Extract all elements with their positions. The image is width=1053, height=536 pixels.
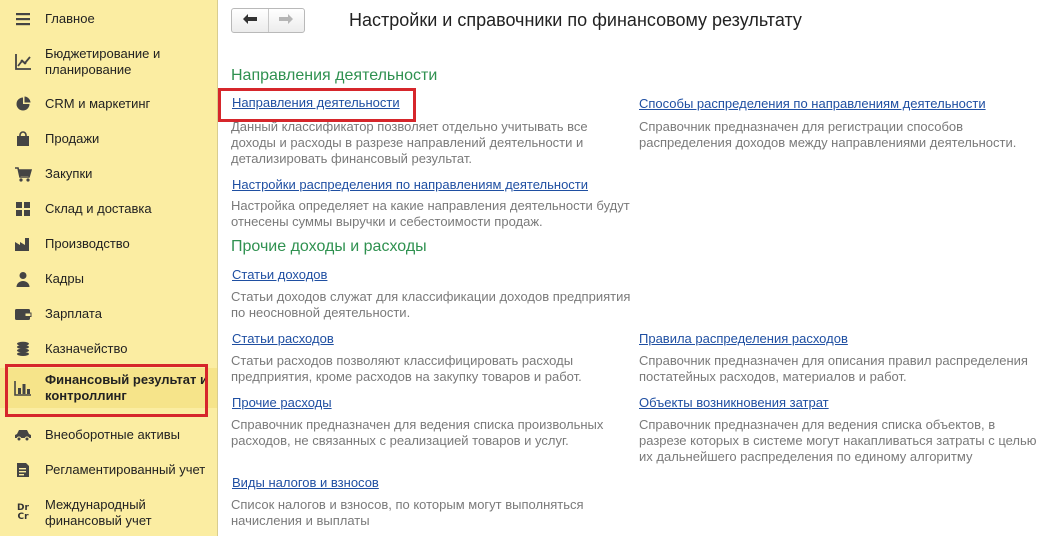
link-cost-objects[interactable]: Объекты возникновения затрат [639,395,829,411]
sidebar-item-production[interactable]: Производство [0,233,217,255]
description: Справочник предназначен для ведения спис… [231,417,604,448]
sidebar-item-label: Главное [45,11,95,26]
sidebar-item-label: Регламентированный учет [45,462,206,477]
sidebar-item-label: Склад и доставка [45,201,152,216]
sidebar-item-label: Кадры [45,271,84,286]
sidebar-item-purchases[interactable]: Закупки [0,163,217,185]
sidebar-item-label: Внеоборотные активы [45,427,181,442]
budget-chart-icon [14,53,32,71]
factory-icon [14,235,32,253]
sidebar-item-salary[interactable]: Зарплата [0,303,217,325]
sidebar-item-treasury[interactable]: Казначейство [0,338,217,360]
description: Настройка определяет на какие направлени… [231,198,630,229]
car-icon [14,426,32,444]
link-distribution-methods[interactable]: Способы распределения по направлениям де… [639,96,986,112]
shopping-cart-icon [14,165,32,183]
section-title: Прочие доходы и расходы [231,238,427,255]
back-button[interactable] [232,9,268,32]
sidebar-item-financial-result[interactable]: Финансовый результат и контроллинг [0,368,217,408]
sidebar-item-label: Производство [45,236,130,251]
arrow-left-icon [242,13,258,28]
link-tax-types[interactable]: Виды налогов и взносов [232,475,379,491]
sidebar-item-warehouse[interactable]: Склад и доставка [0,198,217,220]
dr-cr-icon: Dr Cr [17,503,29,522]
warehouse-grid-icon [14,200,32,218]
sidebar-item-regulated-accounting[interactable]: Регламентированный учет [0,459,217,481]
description: Статьи расходов позволяют классифицирова… [231,353,582,384]
sidebar-item-international-accounting[interactable]: Dr Cr Международный финансовый учет [0,494,217,532]
description: Справочник предназначен для описания пра… [639,353,1028,384]
bar-chart-icon [14,379,32,397]
sidebar-item-label: Зарплата [45,306,102,321]
description: Данный классификатор позволяет отдельно … [231,119,588,166]
description: Статьи доходов служат для классификации … [231,289,631,320]
sidebar-item-label: CRM и маркетинг [45,96,151,111]
section-title: Направления деятельности [231,67,438,84]
navigation-buttons [231,8,305,33]
sidebar-item-label: Продажи [45,131,100,146]
coins-icon [14,340,32,358]
link-income-items[interactable]: Статьи доходов [232,267,327,283]
sidebar-item-label: Казначейство [45,341,128,356]
sidebar-item-sales[interactable]: Продажи [0,128,217,150]
sidebar-item-fixed-assets[interactable]: Внеоборотные активы [0,424,217,446]
sidebar-item-label: Финансовый результат и контроллинг [45,372,208,403]
sidebar-item-label: Бюджетирование и планирование [45,46,161,77]
arrow-right-icon [278,13,294,28]
page-title: Настройки и справочники по финансовому р… [349,10,802,30]
pie-chart-icon [14,95,32,113]
link-expense-distribution-rules[interactable]: Правила распределения расходов [639,331,848,347]
link-distribution-settings[interactable]: Настройки распределения по направлениям … [232,177,588,193]
document-icon [14,461,32,479]
sidebar-item-budgeting[interactable]: Бюджетирование и планирование [0,44,217,80]
link-other-expenses[interactable]: Прочие расходы [232,395,332,411]
sidebar-item-hr[interactable]: Кадры [0,268,217,290]
description: Список налогов и взносов, по которым мог… [231,497,584,528]
description: Справочник предназначен для регистрации … [639,119,1017,150]
shopping-bag-icon [14,130,32,148]
sidebar-item-crm[interactable]: CRM и маркетинг [0,93,217,115]
sidebar-item-label: Закупки [45,166,93,181]
sidebar-item-main[interactable]: Главное [0,8,217,30]
description: Справочник предназначен для ведения спис… [639,417,1037,464]
sidebar: Главное Бюджетирование и планирование CR… [0,0,218,536]
menu-icon [14,10,32,28]
wallet-icon [14,305,32,323]
sidebar-item-label: Международный финансовый учет [45,497,152,528]
forward-button[interactable] [267,9,305,32]
link-business-lines[interactable]: Направления деятельности [232,95,400,111]
person-icon [14,270,32,288]
link-expense-items[interactable]: Статьи расходов [232,331,334,347]
